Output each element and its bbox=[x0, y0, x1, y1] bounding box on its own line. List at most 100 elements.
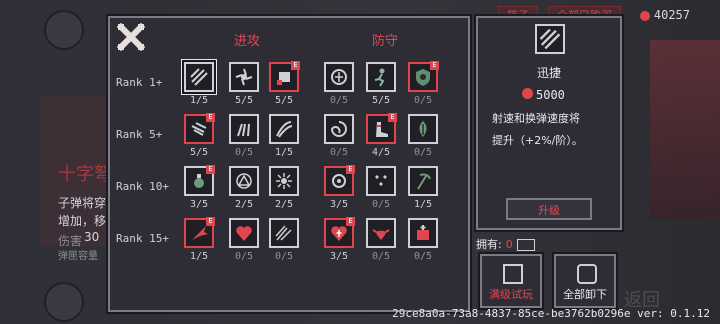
cost-icon bbox=[522, 88, 533, 99]
perk-slot[interactable] bbox=[269, 166, 299, 196]
owned-label: 拥有: bbox=[476, 238, 502, 251]
perk-slot[interactable]: E bbox=[184, 217, 215, 248]
perk-slot[interactable] bbox=[229, 166, 259, 196]
runner-icon bbox=[374, 68, 385, 87]
close-button[interactable] bbox=[116, 22, 146, 52]
max-level-trial-label: 满级试玩 bbox=[489, 288, 533, 301]
unequip-all-label: 全部卸下 bbox=[563, 288, 607, 301]
perk-level-counter: 1/5 bbox=[413, 199, 433, 210]
unequip-icon bbox=[577, 264, 597, 284]
wing-heart-icon bbox=[372, 229, 390, 240]
elite-badge: E bbox=[291, 61, 300, 70]
ticket-icon bbox=[503, 264, 523, 284]
perk-level-counter: 2/5 bbox=[234, 199, 254, 210]
perk-slot[interactable]: E bbox=[324, 165, 355, 196]
rank-label-1: Rank 1+ bbox=[116, 76, 163, 89]
avatar-slot bbox=[44, 10, 84, 50]
hearts-icon bbox=[375, 175, 387, 186]
ticket-icon bbox=[516, 239, 535, 251]
perk-level-counter: 0/5 bbox=[371, 199, 391, 210]
perk-slot[interactable] bbox=[366, 166, 396, 196]
emblem-icon bbox=[331, 69, 347, 85]
rank-label-10: Rank 10+ bbox=[116, 180, 169, 193]
background-line1: 子弹将穿 bbox=[58, 196, 107, 210]
perk-slot[interactable] bbox=[366, 62, 396, 92]
upgrade-button[interactable]: 升级 bbox=[506, 198, 592, 220]
currency-value: 40257 bbox=[653, 8, 690, 22]
heart-blob-icon bbox=[236, 226, 252, 241]
perk-slot[interactable] bbox=[229, 62, 259, 92]
perk-level-counter: 3/5 bbox=[329, 251, 349, 262]
perk-description-line1: 射速和换弹速度将 bbox=[492, 112, 580, 125]
perk-level-counter: 1/5 bbox=[189, 95, 209, 106]
perk-level-counter: 1/5 bbox=[274, 147, 294, 158]
spears-icon bbox=[275, 225, 292, 241]
perk-slot[interactable] bbox=[366, 218, 396, 248]
bullets-icon bbox=[237, 123, 250, 137]
perk-description-line2: 提升（+2%/阶）。 bbox=[492, 134, 583, 147]
bottom-slot bbox=[44, 282, 84, 322]
perk-level-counter: 4/5 bbox=[371, 147, 391, 158]
perk-slot[interactable]: E bbox=[366, 113, 397, 144]
perk-level-counter: 0/5 bbox=[329, 95, 349, 106]
perk-slot[interactable]: E bbox=[184, 113, 215, 144]
swirl-icon bbox=[330, 121, 347, 137]
perk-slot[interactable] bbox=[408, 166, 438, 196]
perk-slot[interactable] bbox=[408, 114, 438, 144]
perk-level-counter: 5/5 bbox=[371, 95, 391, 106]
perk-level-counter: 0/5 bbox=[413, 95, 433, 106]
leaf-icon bbox=[419, 121, 427, 137]
perk-name: 迅捷 bbox=[536, 66, 561, 80]
elite-badge: E bbox=[206, 217, 215, 226]
shuriken-icon bbox=[235, 68, 253, 86]
elite-badge: E bbox=[346, 217, 355, 226]
perk-slot[interactable] bbox=[229, 114, 259, 144]
unequip-all-button[interactable]: 全部卸下 bbox=[554, 254, 616, 308]
elite-badge: E bbox=[430, 61, 439, 70]
diagonal-lines-icon bbox=[190, 68, 208, 86]
perk-level-counter: 5/5 bbox=[274, 95, 294, 106]
perk-level-counter: 0/5 bbox=[371, 251, 391, 262]
perk-level-counter: 3/5 bbox=[189, 199, 209, 210]
perk-level-counter: 0/5 bbox=[234, 147, 254, 158]
perk-level-counter: 0/5 bbox=[274, 251, 294, 262]
max-level-trial-button[interactable]: 满级试玩 bbox=[480, 254, 542, 308]
perk-cost: 5000 bbox=[536, 88, 565, 102]
perk-slot[interactable] bbox=[269, 114, 299, 144]
target-icon bbox=[236, 173, 252, 189]
elite-badge: E bbox=[206, 165, 215, 174]
perk-slot[interactable]: E bbox=[324, 217, 355, 248]
attack-column-header: 进攻 bbox=[234, 34, 261, 49]
star-burst-icon bbox=[276, 173, 292, 189]
perk-slot[interactable]: E bbox=[269, 61, 300, 92]
perk-level-counter: 0/5 bbox=[413, 147, 433, 158]
perk-slot[interactable]: E bbox=[408, 61, 439, 92]
perk-level-counter: 5/5 bbox=[189, 147, 209, 158]
close-icon bbox=[116, 22, 146, 52]
perk-slot[interactable] bbox=[408, 218, 438, 248]
version-text: 29ce8a0a-73a8-4837-85ce-be3762b0296e ver… bbox=[392, 307, 710, 320]
elite-badge: E bbox=[388, 113, 397, 122]
perk-slot[interactable]: E bbox=[184, 165, 215, 196]
perk-level-counter: 2/5 bbox=[274, 199, 294, 210]
selected-perk-icon bbox=[535, 24, 565, 54]
med-pack-icon bbox=[417, 225, 429, 240]
background-character bbox=[650, 40, 720, 220]
slash-icon bbox=[276, 121, 293, 138]
rank-label-5: Rank 5+ bbox=[116, 128, 163, 141]
elite-badge: E bbox=[346, 165, 355, 174]
perk-slot[interactable] bbox=[324, 114, 354, 144]
perk-slot[interactable] bbox=[324, 62, 354, 92]
owned-value: 0 bbox=[505, 238, 513, 251]
perk-level-counter: 0/5 bbox=[329, 147, 349, 158]
perk-panel: 进攻 防守 Rank 1+ Rank 5+ Rank 10+ Rank 15+ … bbox=[108, 16, 470, 312]
currency-icon bbox=[639, 10, 650, 21]
perk-slot[interactable] bbox=[229, 218, 259, 248]
rank-label-15: Rank 15+ bbox=[116, 232, 169, 245]
perk-slot[interactable] bbox=[269, 218, 299, 248]
perk-slot[interactable] bbox=[184, 62, 214, 92]
currency-display: 40257 bbox=[639, 8, 690, 22]
background-line2: 增加，移 bbox=[58, 214, 107, 228]
perk-level-counter: 0/5 bbox=[234, 251, 254, 262]
background-stat2-label: 弹匣容量 bbox=[58, 251, 98, 262]
